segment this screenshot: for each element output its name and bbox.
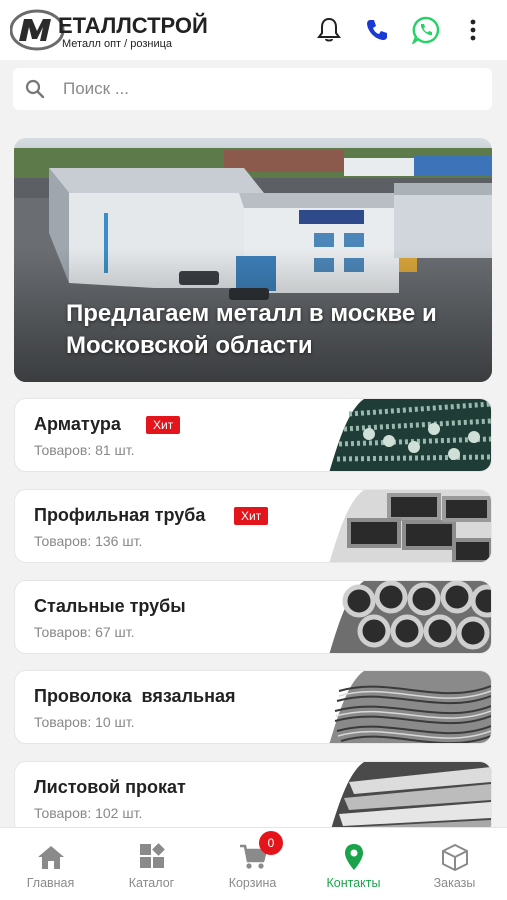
category-card-profile-pipe[interactable]: Профильная труба Хит Товаров: 136 шт.: [14, 489, 492, 563]
promo-banner[interactable]: Предлагаем металл в москве и Московской …: [14, 138, 492, 382]
category-card-steel-pipes[interactable]: Стальные трубы Товаров: 67 шт.: [14, 580, 492, 654]
home-icon: [38, 846, 64, 869]
profile-pipe-image: [329, 490, 491, 562]
catalog-icon: [140, 843, 165, 868]
category-title: Листовой прокат: [34, 777, 186, 797]
tab-orders[interactable]: Заказы: [404, 828, 505, 900]
whatsapp-icon[interactable]: [411, 15, 441, 45]
category-count: Товаров: 102 шт.: [34, 805, 143, 821]
category-title: Проволока вязальная: [34, 686, 236, 706]
wire-image: [329, 671, 491, 743]
steel-pipes-image: [329, 581, 491, 653]
tab-label: Контакты: [326, 876, 381, 890]
cart-count-badge: 0: [259, 831, 283, 855]
category-title: Стальные трубы: [34, 596, 186, 616]
logo-subtitle: Металл опт / розница: [62, 38, 173, 50]
category-count: Товаров: 81 шт.: [34, 442, 135, 458]
category-card-armatura[interactable]: Арматура Хит Товаров: 81 шт.: [14, 398, 492, 472]
tab-catalog[interactable]: Каталог: [101, 828, 202, 900]
tab-label: Главная: [26, 876, 75, 890]
category-title: Профильная труба: [34, 505, 206, 525]
sheet-metal-image: [329, 762, 491, 834]
box-icon: [442, 844, 468, 871]
search-input[interactable]: [63, 68, 463, 110]
category-title: Арматура: [34, 414, 121, 434]
location-pin-icon: [345, 844, 363, 870]
tab-label: Каталог: [128, 876, 175, 890]
more-vertical-icon[interactable]: [458, 15, 488, 45]
app-header: ЕТАЛЛСТРОЙ Металл опт / розница: [0, 0, 507, 60]
bottom-tab-bar: Главная Каталог Корзина Контакты Заказы: [0, 827, 507, 900]
category-count: Товаров: 136 шт.: [34, 533, 143, 549]
phone-icon[interactable]: [362, 15, 392, 45]
category-count: Товаров: 10 шт.: [34, 714, 135, 730]
tab-label: Корзина: [228, 876, 277, 890]
bell-icon[interactable]: [314, 15, 344, 45]
banner-text: Предлагаем металл в москве и Московской …: [66, 300, 437, 359]
category-card-sheet-metal[interactable]: Листовой прокат Товаров: 102 шт.: [14, 761, 492, 835]
category-card-wire[interactable]: Проволока вязальная Товаров: 10 шт.: [14, 670, 492, 744]
search-icon: [25, 79, 45, 99]
logo-title: ЕТАЛЛСТРОЙ: [58, 13, 208, 38]
tab-cart[interactable]: Корзина: [202, 828, 303, 900]
logo[interactable]: ЕТАЛЛСТРОЙ Металл опт / розница: [10, 7, 208, 53]
hit-badge: Хит: [234, 507, 269, 525]
tab-home[interactable]: Главная: [0, 828, 101, 900]
hit-badge: Хит: [146, 416, 181, 434]
tab-label: Заказы: [433, 876, 476, 890]
tab-contacts[interactable]: Контакты: [303, 828, 404, 900]
rebar-image: [329, 399, 491, 471]
category-count: Товаров: 67 шт.: [34, 624, 135, 640]
search-bar: [13, 68, 492, 110]
